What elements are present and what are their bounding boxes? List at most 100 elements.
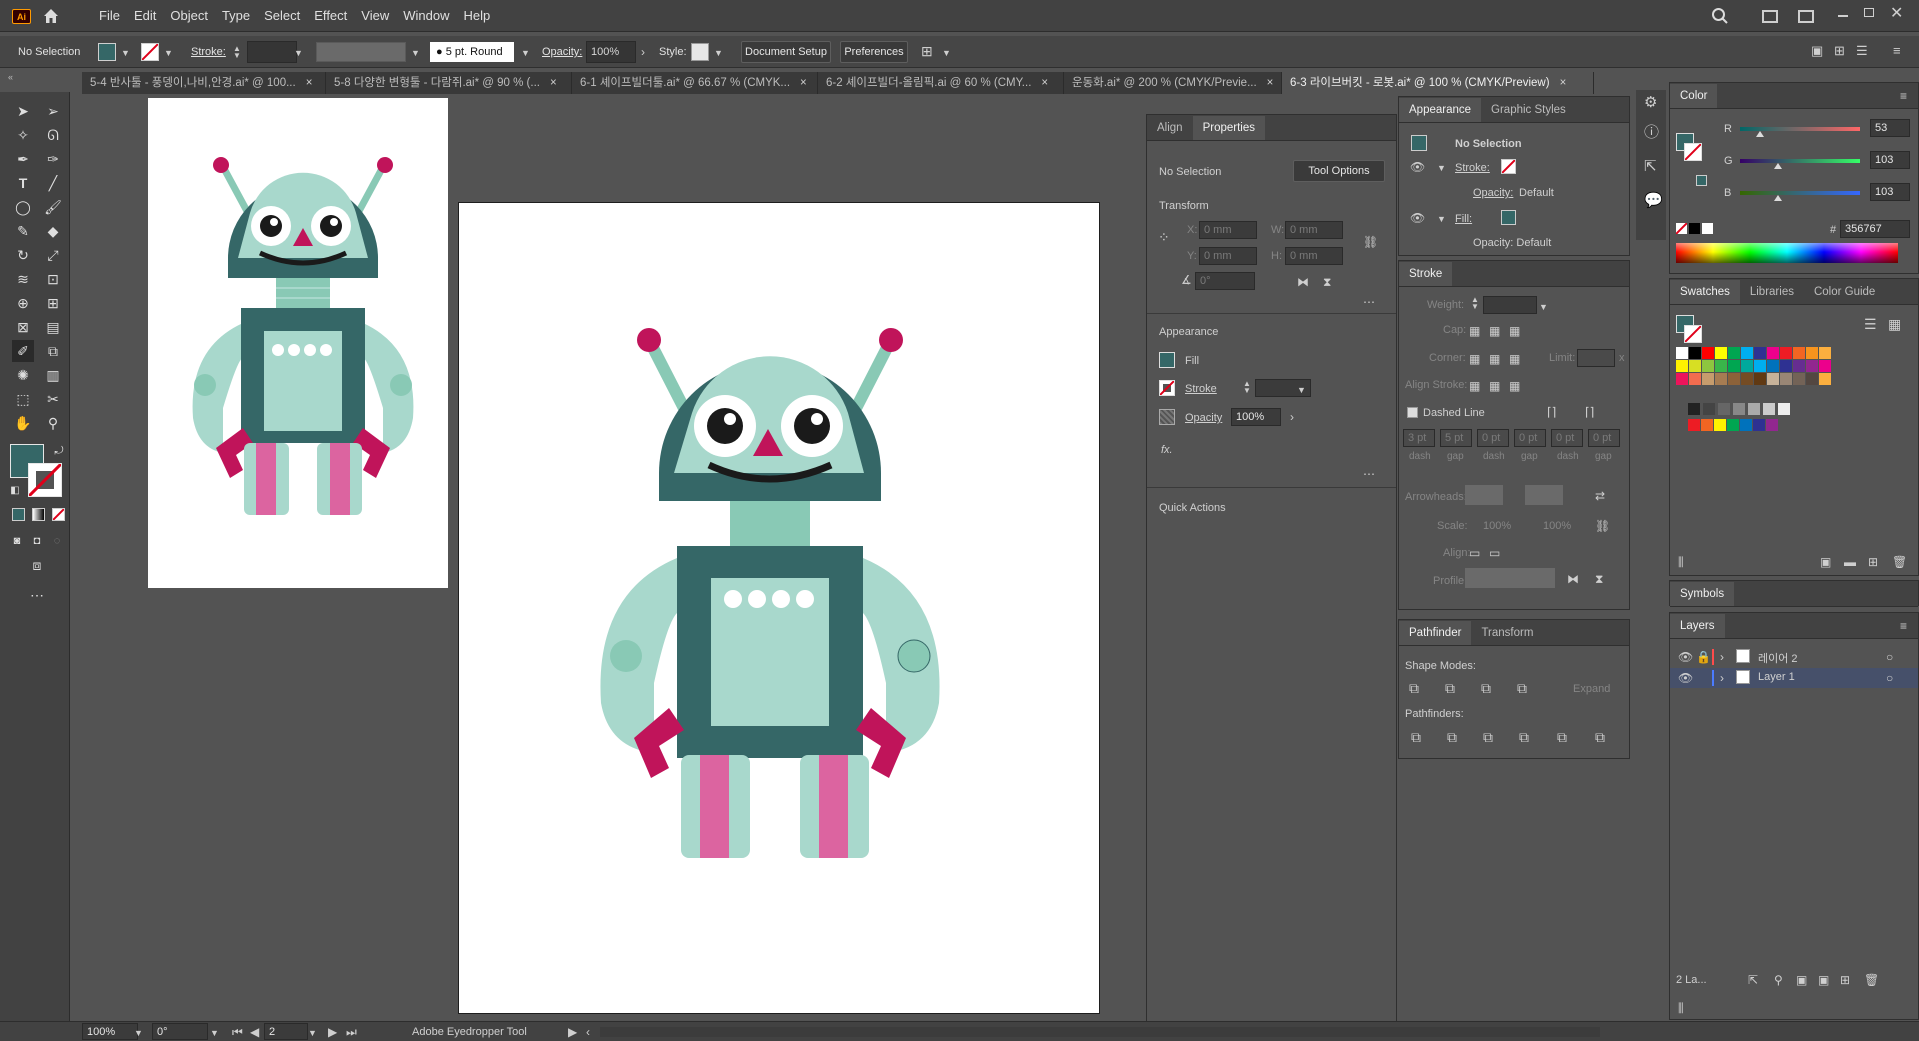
intersect-icon[interactable]: ⧉ [1481,681,1491,695]
rotate-view-select[interactable]: 0° [152,1023,208,1040]
opacity-input[interactable]: 100% [1231,408,1281,426]
tab-color[interactable]: Color [1670,84,1718,108]
visibility-eye-icon[interactable]: 👁 [1410,160,1425,174]
dashed-line-checkbox[interactable] [1407,407,1418,418]
color-swatch[interactable] [1766,419,1778,431]
last-artboard-icon[interactable]: ⏭ [346,1025,357,1039]
dash-input[interactable]: 3 pt [1403,429,1435,447]
white-color-swatch[interactable] [1702,223,1713,234]
close-icon[interactable]: × [550,72,557,94]
align-inside-icon[interactable]: ▦ [1489,379,1500,393]
trim-icon[interactable]: ⧉ [1447,730,1457,744]
mesh-tool-icon[interactable]: ⊠ [12,316,34,338]
align-outside-icon[interactable]: ▦ [1509,379,1520,393]
paintbrush-tool-icon[interactable]: 🖌 [42,196,64,218]
color-swatch[interactable] [1733,403,1745,415]
swatch-stroke-box[interactable] [1684,325,1702,343]
reference-point-icon[interactable]: ⁘ [1158,230,1170,244]
toolbar-collapse-arrows[interactable]: « [8,72,13,82]
chevron-right-icon[interactable]: › [1720,650,1724,664]
fill-swatch[interactable] [1159,352,1175,368]
color-swatch[interactable] [1728,373,1740,385]
layer-name[interactable]: Layer 1 [1758,671,1795,683]
x-input[interactable]: 0 mm [1199,221,1257,239]
draw-behind-icon[interactable]: ◘ [26,530,48,552]
stepper-icon[interactable]: ▲ ▼ [1243,380,1251,395]
screen-mode-icon[interactable]: ⧈ [26,554,48,576]
color-swatch[interactable] [1819,360,1831,372]
menu-effect[interactable]: Effect [307,0,354,32]
lock-icon[interactable]: 🔒 [1696,650,1711,664]
document-tab[interactable]: 5-4 반사툴 - 풍뎅이,나비,안경.ai* @ 100... × [82,72,326,94]
arrange-icon[interactable]: ⊞ [921,44,933,58]
chevron-down-icon[interactable]: ▼ [121,46,130,60]
tab-align[interactable]: Align [1147,116,1193,140]
menu-help[interactable]: Help [456,0,497,32]
web-safe-swatch[interactable] [1696,175,1707,186]
color-swatch[interactable] [1703,403,1715,415]
arrow-tip-place-icon[interactable]: ▭ [1489,546,1500,560]
fx-button[interactable]: fx. [1161,444,1173,456]
color-swatch[interactable] [1688,419,1700,431]
restore-window-icon[interactable] [1864,8,1874,17]
color-swatch[interactable] [1767,360,1779,372]
stepper-icon[interactable]: ▲ ▼ [1471,296,1479,311]
chevron-down-icon[interactable]: ▼ [308,1026,317,1040]
menu-icon[interactable]: ≡ [1893,44,1901,58]
color-swatch[interactable] [1763,403,1775,415]
tab-stroke[interactable]: Stroke [1399,262,1453,286]
stepper-icon[interactable]: ▲ ▼ [233,45,241,60]
perspective-grid-tool-icon[interactable]: ⊞ [42,292,64,314]
selection-tool-icon[interactable]: ➤ [12,100,34,122]
color-swatch[interactable] [1702,373,1714,385]
color-swatch[interactable] [1714,419,1726,431]
grid-view-icon[interactable]: ▦ [1888,317,1901,331]
comments-panel-icon[interactable]: 💬 [1644,193,1663,208]
info-panel-icon[interactable]: ⓘ [1644,125,1659,140]
direct-selection-tool-icon[interactable]: ➢ [42,100,64,122]
align-panel-icon[interactable]: ▣ [1811,44,1823,58]
stroke-weight-input[interactable] [247,41,297,63]
color-swatch[interactable] [1702,360,1714,372]
close-window-icon[interactable]: ✕ [1890,3,1903,23]
fill-swatch[interactable] [98,43,116,61]
color-swatch[interactable] [1728,347,1740,359]
divide-icon[interactable]: ⧉ [1411,730,1421,744]
new-swatch-icon[interactable]: ⊞ [1868,555,1878,569]
color-swatch[interactable] [1718,403,1730,415]
tab-symbols[interactable]: Symbols [1670,582,1735,606]
minus-front-icon[interactable]: ⧉ [1445,681,1455,695]
chevron-down-icon[interactable]: ▼ [1437,212,1446,226]
chevron-down-icon[interactable]: ▼ [210,1026,219,1040]
layer-row[interactable]: 👁 🔒 › 레이어 2 ○ [1670,647,1918,667]
color-swatch[interactable] [1741,360,1753,372]
tab-libraries[interactable]: Libraries [1740,280,1804,304]
color-swatch[interactable] [1748,403,1760,415]
swatch-libraries-icon[interactable]: ⫼ [1678,555,1684,569]
b-slider[interactable] [1740,191,1860,195]
color-swatch[interactable] [1793,360,1805,372]
constrain-proportions-icon[interactable]: ⛓ [1363,235,1378,249]
edit-toolbar-icon[interactable]: ⋯ [26,584,48,606]
color-swatch[interactable] [1754,347,1766,359]
color-swatch[interactable] [1780,347,1792,359]
panel-menu-icon[interactable]: ≡ [1900,89,1907,103]
layer-name[interactable]: 레이어 2 [1758,650,1798,666]
tab-properties[interactable]: Properties [1192,116,1265,140]
color-swatch[interactable] [1688,403,1700,415]
menu-edit[interactable]: Edit [127,0,163,32]
column-graph-tool-icon[interactable]: ▥ [42,364,64,386]
color-swatch[interactable] [1767,373,1779,385]
status-menu-icon[interactable]: ▶ [568,1025,577,1039]
none-color-swatch[interactable] [1675,222,1688,235]
color-swatch[interactable] [1753,419,1765,431]
color-swatch[interactable] [1793,347,1805,359]
chevron-down-icon[interactable]: ▼ [521,46,530,60]
close-icon[interactable]: × [800,72,807,94]
color-swatch[interactable] [1819,347,1831,359]
visibility-eye-icon[interactable]: 👁 [1410,211,1425,225]
start-scale-value[interactable]: 100% [1483,520,1511,532]
gap-input[interactable]: 0 pt [1514,429,1546,447]
library-icon[interactable]: ⫼ [1678,1001,1684,1015]
document-tab[interactable]: 운동화.ai* @ 200 % (CMYK/Previe... × [1064,72,1282,94]
